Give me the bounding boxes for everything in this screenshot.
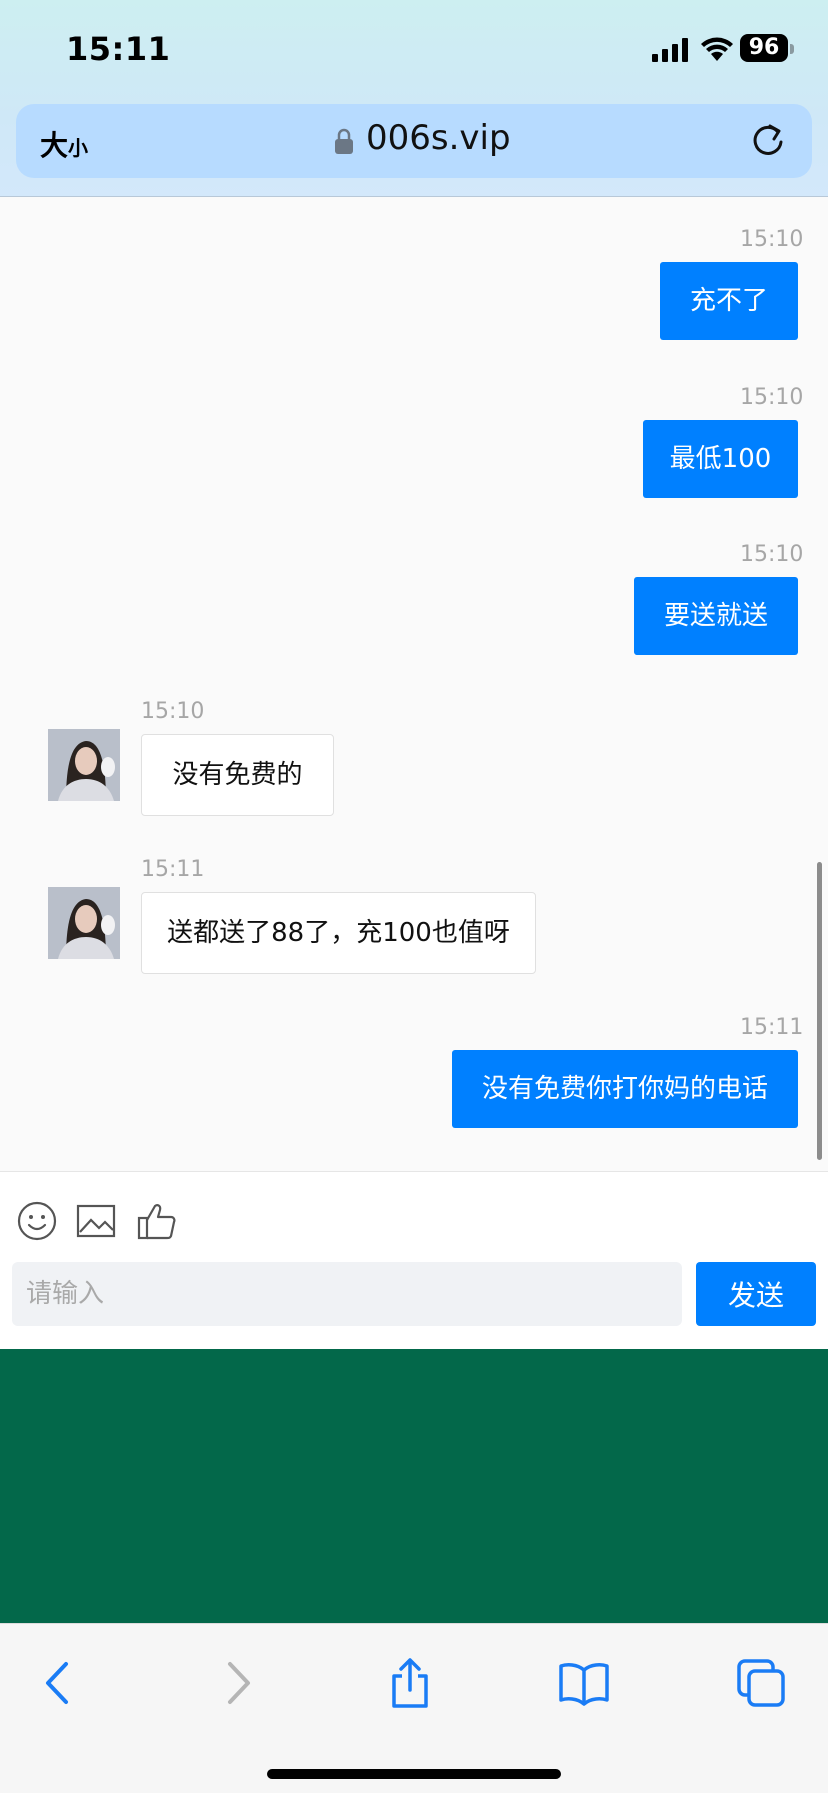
message-timestamp: 15:11 [740,1015,804,1040]
outgoing-message-bubble[interactable]: 最低100 [643,420,798,498]
home-indicator[interactable] [267,1769,561,1779]
message-input[interactable] [12,1262,682,1326]
message-timestamp: 15:10 [740,227,804,252]
message-timestamp: 15:11 [141,857,205,882]
contact-avatar[interactable] [48,729,120,801]
text-size-small-label: 小 [68,136,89,160]
bookmarks-icon[interactable] [559,1658,609,1708]
image-icon[interactable] [75,1200,117,1242]
message-timestamp: 15:10 [141,699,205,724]
message-timestamp: 15:10 [740,542,804,567]
lock-icon [335,128,353,154]
chat-message-list[interactable]: 15:10 充不了 15:10 最低100 15:10 要送就送 15:10 没… [0,197,828,1170]
battery-indicator: 96 [740,34,788,62]
green-banner [0,1349,828,1623]
thumbs-up-icon[interactable] [136,1200,178,1242]
browser-bottom-toolbar [0,1623,828,1793]
message-timestamp: 15:10 [740,385,804,410]
address-bar[interactable]: 大小 006s.vip [16,104,812,178]
send-button[interactable]: 发送 [696,1262,816,1326]
reload-icon[interactable] [748,120,788,160]
outgoing-message-bubble[interactable]: 没有免费你打你妈的电话 [452,1050,798,1128]
incoming-message-bubble[interactable]: 没有免费的 [141,734,334,816]
text-size-button[interactable]: 大小 [40,124,88,164]
url-text[interactable]: 006s.vip [366,118,511,158]
forward-icon[interactable] [212,1658,262,1708]
status-time: 15:11 [66,30,171,68]
back-icon[interactable] [34,1658,84,1708]
avatar-portrait-icon [48,887,120,959]
avatar-portrait-icon [48,729,120,801]
incoming-message-bubble[interactable]: 送都送了88了，充100也值呀 [141,892,536,974]
outgoing-message-bubble[interactable]: 要送就送 [634,577,798,655]
scrollbar-thumb[interactable] [817,862,822,1160]
tabs-icon[interactable] [736,1658,786,1708]
message-composer: 发送 [0,1171,828,1350]
battery-tip [790,44,794,54]
wifi-icon [701,37,733,61]
cellular-signal-icon [652,38,688,62]
outgoing-message-bubble[interactable]: 充不了 [660,262,798,340]
emoji-icon[interactable] [16,1200,58,1242]
text-size-big-label: 大 [40,129,69,162]
share-icon[interactable] [385,1658,435,1708]
contact-avatar[interactable] [48,887,120,959]
browser-top-bar: 15:11 96 大小 006s.vip [0,0,828,197]
